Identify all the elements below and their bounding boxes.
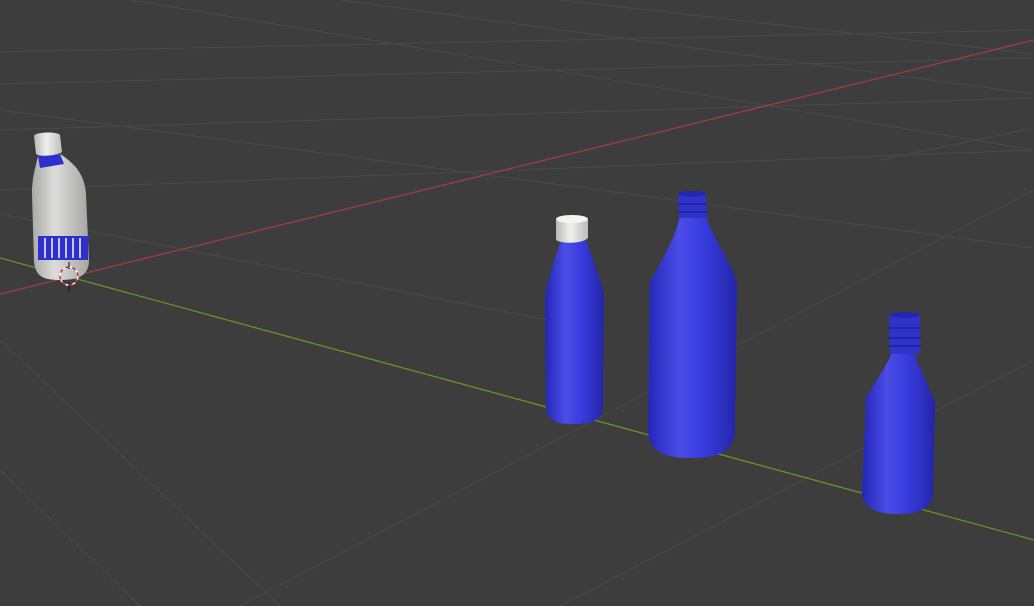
bottle-body <box>545 240 604 424</box>
small-blue-bottle[interactable] <box>545 215 604 424</box>
bottle-mouth <box>678 191 706 197</box>
large-blue-bottle[interactable] <box>648 191 737 458</box>
labeled-bottle[interactable] <box>32 132 89 280</box>
floor-grid <box>0 0 1034 606</box>
x-axis-line <box>0 39 1034 295</box>
bottle-body <box>32 154 89 280</box>
bottle-mouth <box>890 312 920 318</box>
bottle-body <box>862 352 935 514</box>
bottle-body <box>648 216 737 458</box>
bottle-cap <box>34 132 62 156</box>
bottle-neck <box>678 194 707 218</box>
3d-viewport[interactable] <box>0 0 1034 606</box>
viewport-canvas[interactable] <box>0 0 1034 606</box>
bottle-neck <box>889 314 920 354</box>
short-blue-bottle[interactable] <box>862 312 935 514</box>
cap-top <box>556 215 588 223</box>
